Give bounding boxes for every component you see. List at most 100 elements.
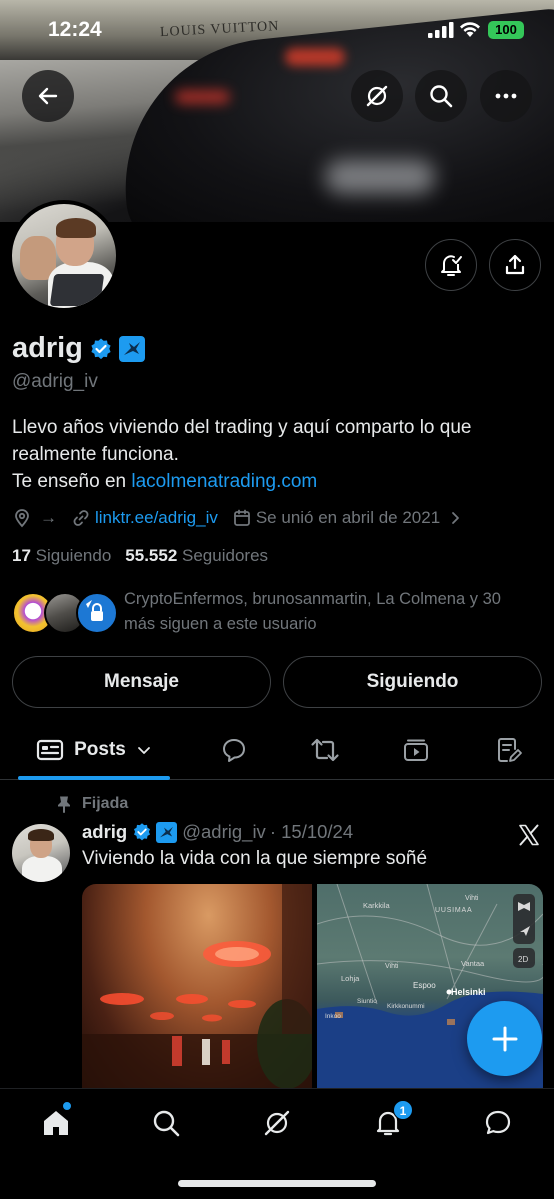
map-label: Espoo xyxy=(413,981,436,990)
post-author-name[interactable]: adrig xyxy=(82,821,127,843)
tab-articles[interactable] xyxy=(488,720,530,780)
nav-explore[interactable] xyxy=(146,1103,186,1143)
tab-posts-label: Posts xyxy=(74,739,126,760)
follow-stats: 17 Siguiendo 55.552 Seguidores xyxy=(12,546,268,566)
following-label: Siguiendo xyxy=(35,546,112,565)
banner-taillight xyxy=(175,90,230,104)
post-text: Viviendo la vida con la que siempre soñé xyxy=(82,848,428,869)
grok-button[interactable] xyxy=(351,70,403,122)
pinned-indicator: Fijada xyxy=(56,795,128,813)
joined-item[interactable]: Se unió en abril de 2021 xyxy=(232,508,462,528)
profile-name-row: adrig xyxy=(12,332,145,365)
tab-posts[interactable]: Posts xyxy=(18,720,170,780)
following-count: 17 xyxy=(12,546,31,565)
share-profile-button[interactable] xyxy=(489,239,541,291)
affiliate-badge-icon xyxy=(156,821,178,843)
more-horizontal-icon xyxy=(495,93,517,99)
profile-handle: @adrig_iv xyxy=(12,371,98,392)
wifi-icon xyxy=(460,22,480,37)
profile-bio: Llevo años viviendo del trading y aquí c… xyxy=(12,414,532,495)
nav-notifications[interactable]: 1 xyxy=(368,1100,413,1143)
more-options-button[interactable] xyxy=(480,70,532,122)
bell-check-icon xyxy=(441,255,462,276)
chevron-down-icon xyxy=(137,747,150,754)
tab-media[interactable] xyxy=(395,720,437,780)
nav-messages[interactable] xyxy=(478,1103,518,1143)
map-label: Helsinki xyxy=(451,987,486,997)
post-header: adrig @adrig_iv · 15/10/24 xyxy=(82,821,353,843)
map-label: Vantaa xyxy=(461,959,485,968)
posts-card-icon xyxy=(37,739,64,761)
location-item: → xyxy=(12,508,57,528)
bio-line: Llevo años viviendo del trading y aquí c… xyxy=(12,417,472,438)
repost-icon xyxy=(311,738,339,762)
post-avatar-hair xyxy=(28,829,54,841)
profile-avatar[interactable] xyxy=(8,200,120,312)
known-followers-text: CryptoEnfermos, brunosanmartin, La Colme… xyxy=(124,587,501,637)
avatar-hair xyxy=(56,218,96,238)
reply-bubble-icon xyxy=(223,739,245,762)
search-button[interactable] xyxy=(415,70,467,122)
bio-link[interactable]: lacolmenatrading.com xyxy=(131,471,317,492)
post-author-avatar[interactable] xyxy=(12,824,70,882)
website-link[interactable]: linktr.ee/adrig_iv xyxy=(95,508,218,528)
home-icon xyxy=(44,1111,68,1135)
tab-replies[interactable] xyxy=(213,720,255,780)
joined-text: Se unió en abril de 2021 xyxy=(255,508,441,527)
map-label: UUSIMAA xyxy=(435,907,473,914)
nav-home[interactable] xyxy=(36,1101,76,1143)
website-item[interactable]: linktr.ee/adrig_iv xyxy=(71,508,218,528)
following-stat[interactable]: 17 Siguiendo xyxy=(12,546,111,565)
tab-reposts[interactable] xyxy=(304,720,346,780)
known-followers-line: CryptoEnfermos, brunosanmartin, La Colme… xyxy=(124,590,501,608)
verified-badge-icon xyxy=(134,823,151,841)
known-followers-line: más siguen a este usuario xyxy=(124,615,317,633)
subscribe-notifications-button[interactable] xyxy=(425,239,477,291)
grok-icon xyxy=(366,85,388,107)
back-button[interactable] xyxy=(22,70,74,122)
nav-grok[interactable] xyxy=(257,1103,297,1143)
bio-line: realmente funciona. xyxy=(12,444,179,465)
followers-label: Seguidores xyxy=(182,546,269,565)
compose-post-button[interactable] xyxy=(467,1001,542,1076)
bio-prefix: Te enseño en xyxy=(12,471,132,492)
post-avatar-shirt xyxy=(22,856,62,882)
avatar-laptop xyxy=(49,274,105,306)
known-followers[interactable]: CryptoEnfermos, brunosanmartin, La Colme… xyxy=(12,588,542,637)
follower-avatar xyxy=(76,592,118,634)
map-label: Vihti xyxy=(465,895,479,902)
followers-stat[interactable]: 55.552 Seguidores xyxy=(125,546,268,565)
search-icon xyxy=(153,1110,180,1137)
followers-count: 55.552 xyxy=(125,546,178,565)
message-button[interactable]: Mensaje xyxy=(12,656,271,708)
calendar-icon xyxy=(233,509,250,526)
pinned-label: Fijada xyxy=(82,795,129,812)
affiliate-badge-icon[interactable] xyxy=(118,335,145,362)
known-followers-avatars xyxy=(12,588,118,634)
pin-icon xyxy=(58,796,70,813)
map-label: Vihti xyxy=(385,963,399,970)
x-logo-icon xyxy=(519,824,539,846)
map-label: Karkkila xyxy=(363,901,391,910)
active-tab-indicator xyxy=(18,776,170,780)
following-button[interactable]: Siguiendo xyxy=(283,656,542,708)
profile-tabs: Posts xyxy=(0,720,554,780)
map-label: Kirkkonummi xyxy=(387,1003,425,1010)
search-icon xyxy=(430,85,453,108)
verified-badge-icon[interactable] xyxy=(89,337,113,361)
banner-headlight xyxy=(325,160,435,194)
map-label: Lohja xyxy=(341,974,360,983)
status-bar: 12:24 100 xyxy=(0,0,554,60)
map-label: Siuntio xyxy=(357,998,377,1005)
battery-indicator: 100 xyxy=(488,21,524,39)
arrow-left-icon xyxy=(38,87,58,105)
home-indicator[interactable] xyxy=(178,1180,376,1187)
profile-meta-row: → linktr.ee/adrig_iv Se unió en abril de… xyxy=(12,508,476,528)
post-author-handle[interactable]: @adrig_iv xyxy=(182,821,266,843)
chevron-right-icon xyxy=(452,512,460,524)
post-date[interactable]: · 15/10/24 xyxy=(270,821,353,843)
grok-icon xyxy=(264,1110,290,1136)
notifications-badge: 1 xyxy=(393,1100,413,1120)
post-media-image[interactable] xyxy=(82,884,312,1094)
home-unread-dot xyxy=(62,1101,72,1111)
